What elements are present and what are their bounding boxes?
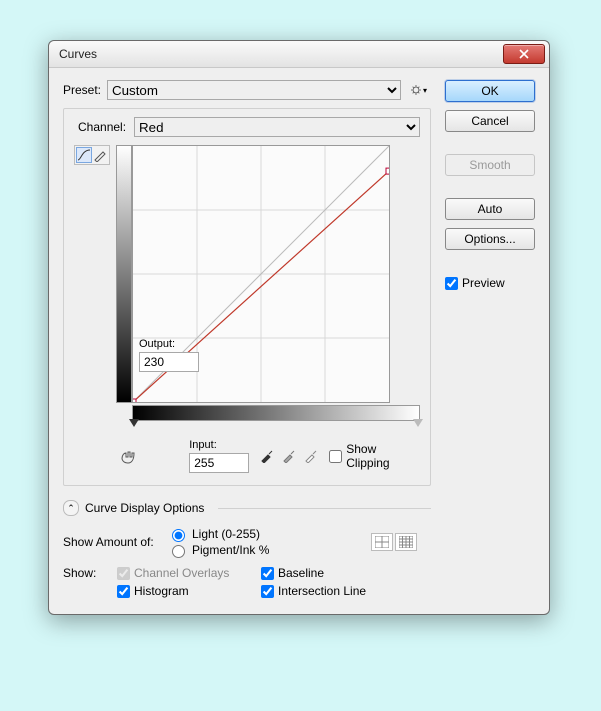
curve-edit-mode xyxy=(74,145,110,165)
options-button[interactable]: Options... xyxy=(445,228,535,250)
smooth-button[interactable]: Smooth xyxy=(445,154,535,176)
titlebar[interactable]: Curves xyxy=(49,41,549,68)
curve-display-label: Curve Display Options xyxy=(85,501,204,515)
grid-fine-button[interactable] xyxy=(395,533,417,551)
preview-input[interactable] xyxy=(445,277,458,290)
preset-menu-button[interactable]: ▾ xyxy=(407,82,431,98)
close-button[interactable] xyxy=(503,44,545,64)
curve-draw-tool[interactable] xyxy=(92,147,108,163)
pigment-radio[interactable]: Pigment/Ink % xyxy=(167,542,367,558)
black-point-slider[interactable] xyxy=(129,419,139,427)
chevron-up-icon: ⌃ xyxy=(67,503,75,514)
on-image-adjust-tool[interactable] xyxy=(116,447,139,467)
eyedropper-icon xyxy=(260,449,274,463)
gray-eyedropper[interactable] xyxy=(281,448,297,464)
show-amount-label: Show Amount of: xyxy=(63,535,163,549)
histogram-checkbox[interactable]: Histogram xyxy=(117,584,257,598)
ok-button[interactable]: OK xyxy=(445,80,535,102)
curves-dialog: Curves Preset: Custom ▾ Channel: xyxy=(48,40,550,615)
output-input[interactable] xyxy=(139,352,199,372)
curve-plot[interactable]: Output: xyxy=(132,145,390,403)
show-label: Show: xyxy=(63,566,113,580)
eyedropper-icon xyxy=(304,449,318,463)
channel-label: Channel: xyxy=(78,120,126,134)
output-gradient-strip xyxy=(116,145,132,403)
grid-coarse-button[interactable] xyxy=(371,533,393,551)
window-title: Curves xyxy=(59,47,503,61)
grid-fine-icon xyxy=(399,536,413,548)
input-gradient-strip xyxy=(132,405,420,421)
curve-point-tool[interactable] xyxy=(76,147,92,163)
curve-icon xyxy=(77,148,91,162)
preset-select[interactable]: Custom xyxy=(107,80,401,100)
channel-select[interactable]: Red xyxy=(134,117,420,137)
pencil-icon xyxy=(93,148,107,162)
black-eyedropper[interactable] xyxy=(259,448,275,464)
output-label: Output: xyxy=(139,338,195,350)
preview-checkbox[interactable]: Preview xyxy=(445,276,535,290)
input-input[interactable] xyxy=(189,453,249,473)
hand-icon xyxy=(118,449,138,465)
white-eyedropper[interactable] xyxy=(303,448,319,464)
intersection-checkbox[interactable]: Intersection Line xyxy=(261,584,411,598)
auto-button[interactable]: Auto xyxy=(445,198,535,220)
chevron-down-icon: ▾ xyxy=(423,86,427,95)
white-point-slider[interactable] xyxy=(413,419,423,427)
channel-overlays-checkbox[interactable]: Channel Overlays xyxy=(117,566,257,580)
input-label: Input: xyxy=(189,439,249,451)
eyedropper-icon xyxy=(282,449,296,463)
baseline-checkbox[interactable]: Baseline xyxy=(261,566,411,580)
preset-label: Preset: xyxy=(63,83,101,97)
show-clipping-checkbox[interactable]: Show Clipping xyxy=(329,442,420,470)
close-icon xyxy=(519,49,529,59)
cancel-button[interactable]: Cancel xyxy=(445,110,535,132)
curve-display-toggle[interactable]: ⌃ xyxy=(63,500,79,516)
gear-icon xyxy=(411,84,421,96)
curve-handle[interactable] xyxy=(386,168,389,174)
light-radio[interactable]: Light (0-255) xyxy=(167,526,367,542)
curve-handle[interactable] xyxy=(133,399,136,402)
grid-coarse-icon xyxy=(375,536,389,548)
show-clipping-input[interactable] xyxy=(329,450,342,463)
divider xyxy=(218,508,431,509)
